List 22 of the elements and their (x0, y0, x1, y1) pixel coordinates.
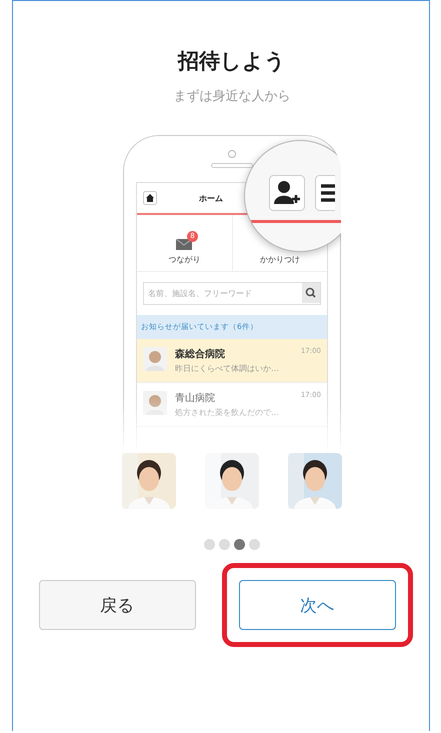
sender-name: 森総合病院 (175, 348, 225, 361)
camera-dot (228, 150, 236, 158)
add-person-icon (269, 175, 305, 211)
page-subtitle: まずは身近な人から (174, 88, 290, 105)
message-preview: 昨日にくらべて体調はいか… (175, 363, 280, 374)
envelope-icon (176, 239, 192, 250)
menu-icon (315, 175, 335, 211)
page-title: 招待しよう (178, 48, 286, 75)
screen-title: ホーム (199, 192, 223, 204)
next-button[interactable]: 次へ (238, 580, 396, 630)
page-dot[interactable] (234, 539, 245, 550)
home-icon (143, 191, 157, 205)
tab-label[interactable]: かかりつけ (260, 254, 300, 265)
page-dot[interactable] (249, 539, 260, 550)
message-preview: 処方された薬を飲んだので… (175, 407, 280, 418)
page-dot[interactable] (219, 539, 230, 550)
avatar-icon (143, 391, 167, 415)
tab-label[interactable]: つながり (168, 254, 200, 265)
page-dot[interactable] (204, 539, 215, 550)
back-button[interactable]: 戻る (38, 580, 196, 630)
sender-name: 青山病院 (175, 392, 215, 405)
avatar-icon (143, 347, 167, 371)
